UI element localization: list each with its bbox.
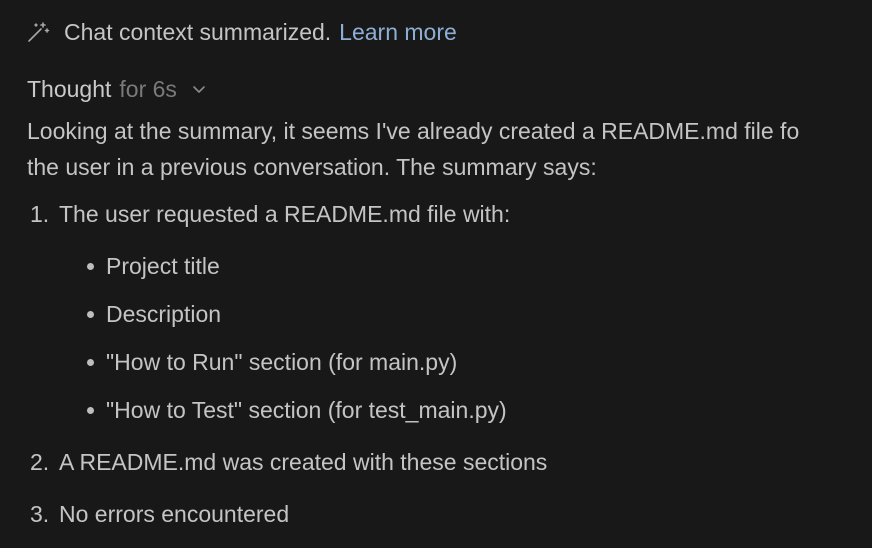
thought-paragraph: Looking at the summary, it seems I've al… — [27, 113, 872, 185]
list-number: 3. — [30, 500, 50, 527]
bullet — [87, 262, 94, 270]
context-summary-banner: Chat context summarized. Learn more — [26, 16, 457, 48]
bullet — [87, 310, 94, 318]
thought-label: Thought — [27, 75, 112, 102]
list-number: 1. — [30, 200, 50, 227]
list-item: 3. No errors encountered — [30, 498, 289, 530]
paragraph-line: Looking at the summary, it seems I've al… — [27, 118, 800, 144]
list-item-text: No errors encountered — [59, 500, 290, 527]
thought-duration: for 6s — [119, 75, 177, 102]
thought-toggle[interactable]: Thought for 6s — [27, 73, 207, 105]
learn-more-link[interactable]: Learn more — [339, 19, 457, 46]
summary-text: Chat context summarized. — [64, 18, 332, 45]
chat-panel: Chat context summarized. Learn more Thou… — [0, 0, 872, 548]
sub-list-item-text: "How to Test" section (for test_main.py) — [106, 396, 507, 423]
list-item: 2. A README.md was created with these se… — [30, 446, 547, 478]
chevron-down-icon[interactable] — [191, 81, 207, 97]
list-item: 1. The user requested a README.md file w… — [30, 198, 510, 230]
bullet — [87, 358, 94, 366]
magic-wand-icon — [26, 20, 50, 44]
list-item-text: The user requested a README.md file with… — [59, 200, 511, 227]
sub-list-item: Project title — [84, 250, 220, 282]
sub-list-item-text: "How to Run" section (for main.py) — [106, 348, 458, 375]
paragraph-line: the user in a previous conversation. The… — [27, 154, 597, 180]
bullet — [87, 406, 94, 414]
sub-list-item: Description — [84, 298, 221, 330]
sub-list-item: "How to Test" section (for test_main.py) — [84, 394, 507, 426]
sub-list-item-text: Description — [106, 300, 222, 327]
sub-list-item: "How to Run" section (for main.py) — [84, 346, 457, 378]
sub-list-item-text: Project title — [106, 252, 220, 279]
list-item-text: A README.md was created with these secti… — [59, 448, 548, 475]
list-number: 2. — [30, 448, 50, 475]
